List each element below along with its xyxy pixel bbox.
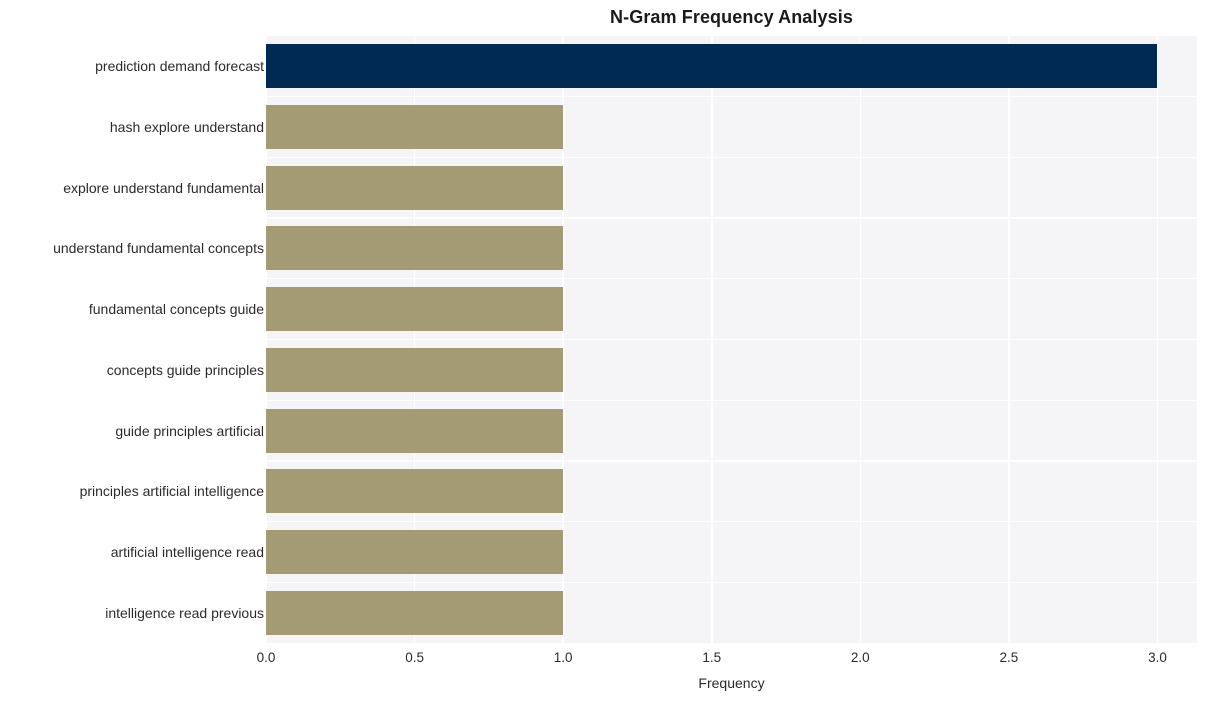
- x-axis-tick-label: 2.0: [850, 650, 870, 665]
- x-axis-tick-label: 0.0: [256, 650, 276, 665]
- bar: [266, 44, 1158, 89]
- bar: [266, 529, 564, 574]
- bar: [266, 590, 564, 635]
- x-axis-tick-label: 1.0: [553, 650, 573, 665]
- y-axis-tick-label: guide principles artificial: [115, 422, 264, 439]
- bar: [266, 347, 564, 392]
- x-axis-tick-labels: 0.0 0.5 1.0 1.5 2.0 2.5 3.0: [0, 650, 1205, 674]
- chart-title: N-Gram Frequency Analysis: [610, 7, 853, 27]
- gridline-horizontal: [266, 520, 1197, 523]
- x-axis-label: Frequency: [698, 675, 765, 691]
- bar: [266, 408, 564, 453]
- chart-figure: N-Gram Frequency Analysis prediction dem…: [0, 0, 1205, 701]
- y-axis-tick-label: artificial intelligence read: [110, 543, 264, 560]
- bar: [266, 226, 564, 271]
- gridline-horizontal: [266, 278, 1197, 280]
- bar: [266, 287, 564, 332]
- gridline-horizontal: [266, 581, 1197, 583]
- y-axis-tick-labels: prediction demand forecast hash explore u…: [0, 36, 264, 643]
- y-axis-tick-label: prediction demand forecast: [95, 58, 264, 75]
- bar: [266, 105, 564, 150]
- plot-area: [265, 36, 1197, 643]
- x-axis-tick-label: 0.5: [405, 650, 424, 665]
- y-axis-tick-label: hash explore understand: [109, 119, 264, 136]
- x-axis-tick-label: 1.5: [702, 650, 722, 665]
- y-axis-tick-label: intelligence read previous: [105, 604, 264, 621]
- x-axis-tick-label: 3.0: [1148, 650, 1167, 665]
- x-axis-tick-label: 2.5: [999, 650, 1019, 665]
- y-axis-tick-label: principles artificial intelligence: [79, 483, 264, 500]
- gridline-horizontal: [266, 96, 1197, 98]
- y-axis-tick-label: explore understand fundamental: [63, 179, 264, 196]
- y-axis-tick-label: understand fundamental concepts: [53, 240, 264, 257]
- bar: [266, 165, 564, 210]
- gridline-horizontal: [266, 156, 1197, 159]
- gridline-horizontal: [266, 399, 1197, 401]
- gridline-horizontal: [266, 338, 1197, 341]
- gridline-horizontal: [266, 217, 1197, 219]
- gridline-horizontal: [266, 460, 1197, 462]
- y-axis-tick-label: fundamental concepts guide: [88, 301, 264, 318]
- y-axis-tick-label: concepts guide principles: [106, 361, 264, 378]
- bar: [266, 469, 564, 514]
